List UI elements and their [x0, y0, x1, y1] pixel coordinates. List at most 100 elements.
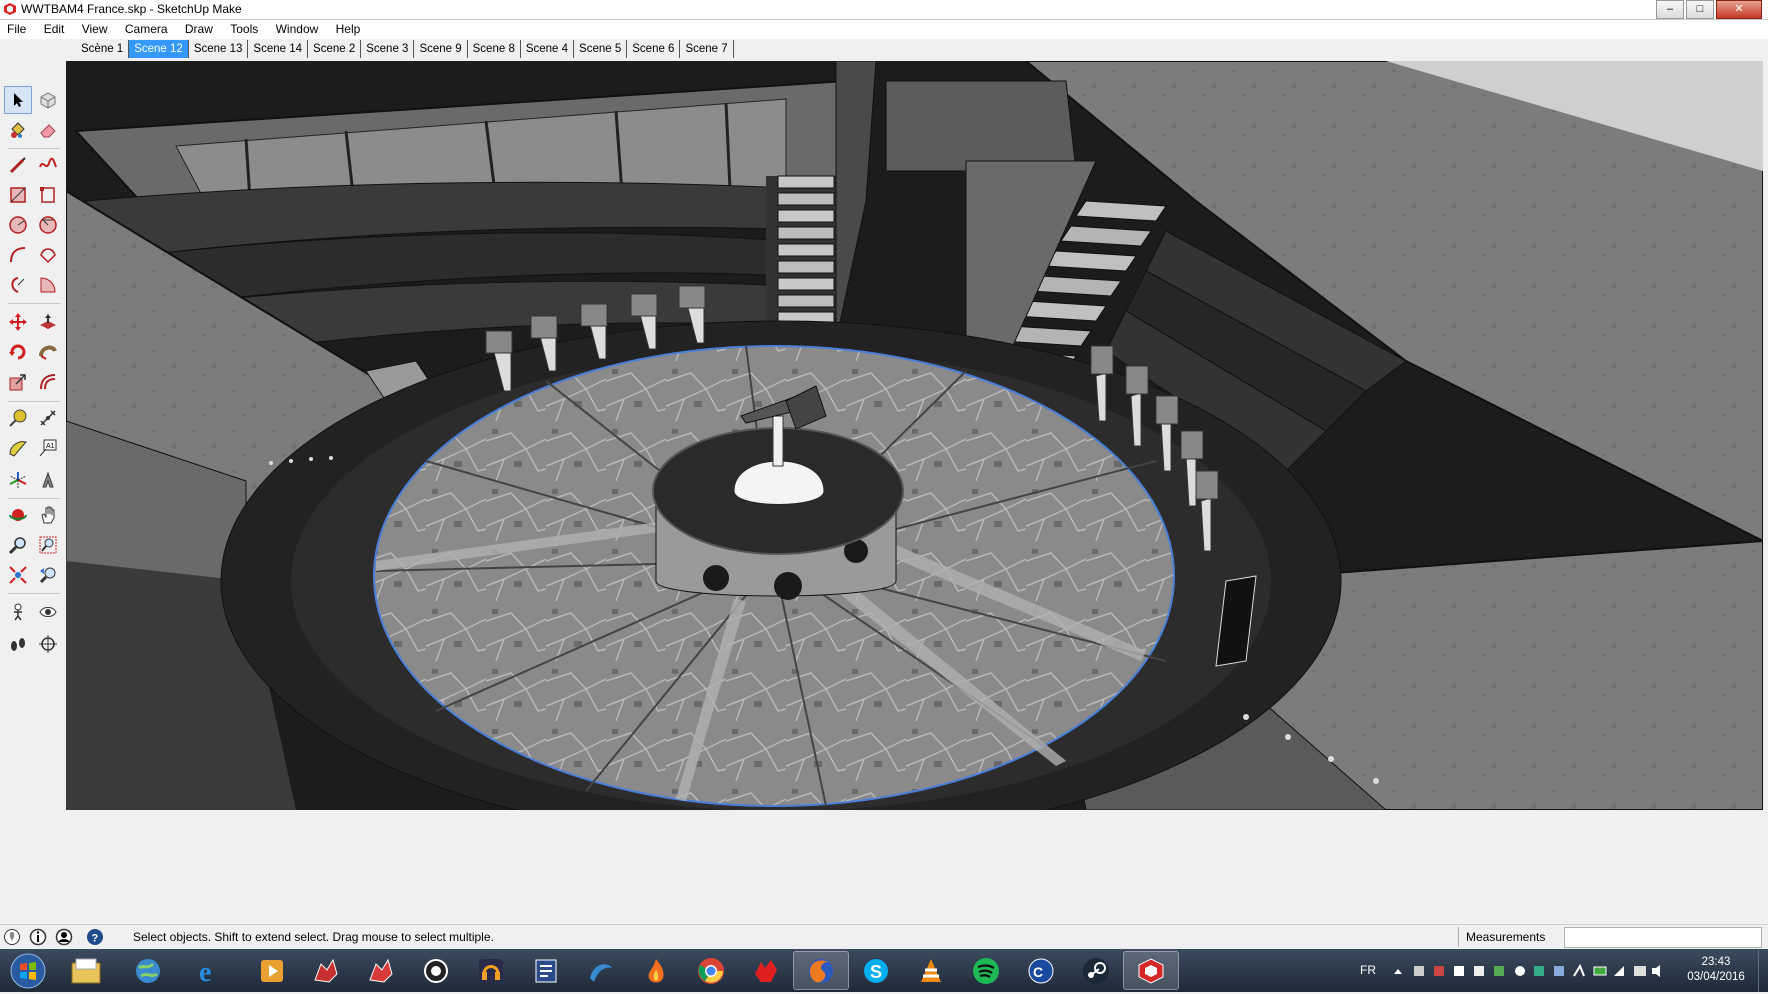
axes-icon[interactable] — [4, 466, 32, 494]
make-component-icon[interactable] — [34, 86, 62, 114]
help-icon[interactable]: ? — [86, 928, 104, 946]
offset-icon[interactable] — [34, 368, 62, 396]
chrome-icon[interactable] — [683, 951, 739, 990]
arc-icon[interactable] — [4, 241, 32, 269]
position-camera-icon[interactable] — [4, 598, 32, 626]
drawing-viewport[interactable] — [66, 61, 1763, 810]
paint-bucket-icon[interactable] — [4, 116, 32, 144]
start-button[interactable] — [4, 951, 52, 991]
circle-icon[interactable] — [4, 211, 32, 239]
measurements-label: Measurements — [1466, 930, 1546, 944]
credits-info-icon[interactable] — [29, 928, 47, 946]
game-dragon-2-icon[interactable] — [353, 951, 409, 990]
scene-tab[interactable]: Scene 13 — [189, 40, 249, 58]
menu-camera[interactable]: Camera — [118, 20, 175, 36]
maximize-button[interactable]: □ — [1686, 0, 1714, 19]
push-pull-icon[interactable] — [34, 308, 62, 336]
user-account-icon[interactable] — [55, 928, 73, 946]
zoom-window-icon[interactable] — [34, 531, 62, 559]
text-icon[interactable]: A1 — [34, 434, 62, 462]
clock-time: 23:43 — [1701, 956, 1731, 968]
scene-tab[interactable]: Scene 7 — [680, 40, 734, 58]
status-message: Select objects. Shift to extend select. … — [133, 930, 494, 944]
eraser-icon[interactable] — [34, 116, 62, 144]
close-button[interactable]: ✕ — [1716, 0, 1762, 19]
geo-location-icon[interactable] — [3, 928, 21, 946]
headset-icon[interactable] — [463, 951, 519, 990]
scene-tab[interactable]: Scene 4 — [521, 40, 575, 58]
scene-tab[interactable]: Scene 9 — [414, 40, 468, 58]
scene-tab[interactable]: Scène 1 — [76, 40, 130, 58]
scale-icon[interactable] — [4, 368, 32, 396]
firefox-icon[interactable] — [793, 951, 849, 990]
windows-explorer-icon[interactable] — [58, 951, 114, 990]
scene-tab[interactable]: Scene 3 — [361, 40, 415, 58]
skype-icon[interactable]: S — [848, 951, 904, 990]
menu-view[interactable]: View — [75, 20, 115, 36]
rotate-icon[interactable] — [4, 338, 32, 366]
dimension-icon[interactable] — [34, 404, 62, 432]
pan-icon[interactable] — [34, 501, 62, 529]
red-bird-icon[interactable] — [738, 951, 794, 990]
select-icon[interactable] — [4, 86, 32, 114]
protractor-icon[interactable] — [4, 434, 32, 462]
scene-tab[interactable]: Scene 14 — [248, 40, 309, 58]
svg-text:A1: A1 — [46, 443, 55, 450]
minimize-button[interactable]: – — [1656, 0, 1684, 19]
zoom-extents-icon[interactable] — [4, 561, 32, 589]
scene-tab-active[interactable]: Scene 12 — [129, 40, 189, 58]
show-desktop-button[interactable] — [1758, 949, 1768, 992]
spotify-icon[interactable] — [958, 951, 1014, 990]
settings-gear-icon[interactable] — [408, 951, 464, 990]
taskbar-clock[interactable]: 23:43 03/04/2016 — [1680, 955, 1752, 985]
svg-text:e: e — [199, 957, 211, 986]
scene-tab[interactable]: Scene 6 — [627, 40, 681, 58]
pie-icon[interactable] — [34, 271, 62, 299]
media-player-icon[interactable] — [244, 951, 300, 990]
section-plane-icon[interactable] — [34, 630, 62, 658]
line-icon[interactable] — [4, 151, 32, 179]
rectangle-icon[interactable] — [4, 181, 32, 209]
svg-text:C: C — [1033, 964, 1043, 980]
steam-icon[interactable] — [1068, 951, 1124, 990]
input-language[interactable]: FR — [1360, 963, 1376, 977]
menu-window[interactable]: Window — [269, 20, 326, 36]
walk-icon[interactable] — [4, 630, 32, 658]
notes-icon[interactable] — [518, 951, 574, 990]
menu-help[interactable]: Help — [329, 20, 368, 36]
game-dragon-icon[interactable] — [298, 951, 354, 990]
scene-tab-bar: Scène 1 Scene 12 Scene 13 Scene 14 Scene… — [0, 39, 1768, 61]
3d-text-icon[interactable] — [34, 466, 62, 494]
menu-edit[interactable]: Edit — [37, 20, 72, 36]
previous-view-icon[interactable] — [34, 561, 62, 589]
vlc-icon[interactable] — [903, 951, 959, 990]
rotated-rectangle-icon[interactable] — [34, 181, 62, 209]
zoom-icon[interactable] — [4, 531, 32, 559]
menu-file[interactable]: File — [0, 20, 33, 36]
menu-bar: File Edit View Camera Draw Tools Window … — [0, 20, 1768, 39]
orbit-icon[interactable] — [4, 501, 32, 529]
sketch-app-icon[interactable] — [573, 951, 629, 990]
window-title: WWTBAM4 France.skp - SketchUp Make — [21, 2, 242, 16]
browser-globe-icon[interactable] — [120, 951, 176, 990]
fire-app-icon[interactable] — [628, 951, 684, 990]
move-icon[interactable] — [4, 308, 32, 336]
tape-measure-icon[interactable] — [4, 404, 32, 432]
ccleaner-icon[interactable]: C — [1013, 951, 1069, 990]
measurements-input[interactable] — [1564, 927, 1762, 948]
follow-me-icon[interactable] — [34, 338, 62, 366]
title-bar: WWTBAM4 France.skp - SketchUp Make – □ ✕ — [0, 0, 1768, 20]
internet-explorer-icon[interactable]: e — [182, 951, 238, 990]
polygon-icon[interactable] — [34, 211, 62, 239]
two-point-arc-icon[interactable] — [34, 241, 62, 269]
look-around-icon[interactable] — [34, 598, 62, 626]
menu-draw[interactable]: Draw — [178, 20, 220, 36]
three-point-arc-icon[interactable] — [4, 271, 32, 299]
scene-tab[interactable]: Scene 8 — [468, 40, 521, 58]
freehand-icon[interactable] — [34, 151, 62, 179]
sketchup-icon[interactable] — [1123, 951, 1179, 990]
menu-tools[interactable]: Tools — [223, 20, 265, 36]
scene-tab[interactable]: Scene 2 — [308, 40, 362, 58]
system-tray-icons[interactable] — [1392, 964, 1662, 978]
scene-tab[interactable]: Scene 5 — [574, 40, 628, 58]
